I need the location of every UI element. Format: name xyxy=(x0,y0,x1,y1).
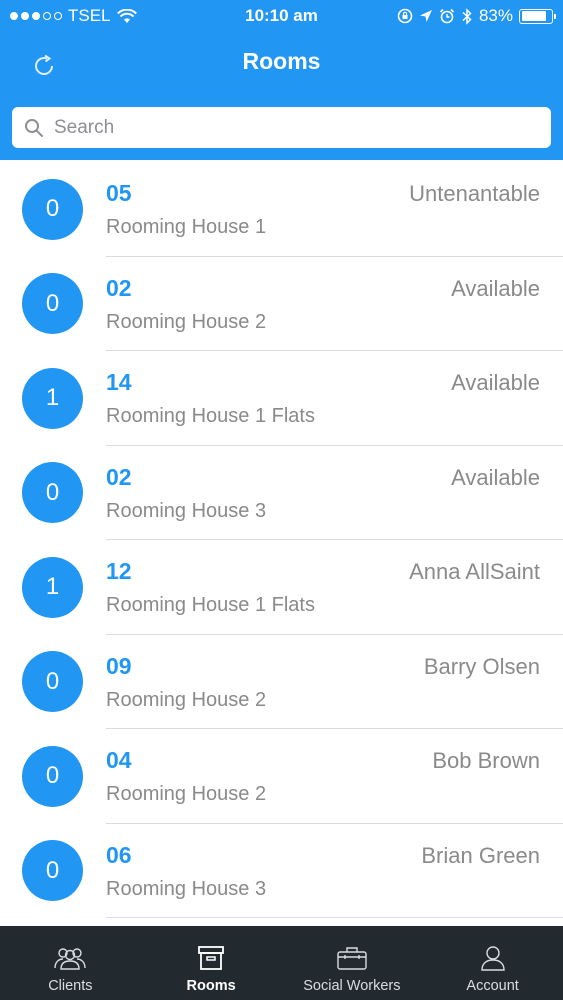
rooming-house-name: Rooming House 3 xyxy=(106,499,267,522)
room-status: Bob Brown xyxy=(432,748,540,773)
room-number: 06 xyxy=(106,841,132,868)
bluetooth-icon xyxy=(462,7,472,25)
tab-rooms[interactable]: Rooms xyxy=(141,926,282,1000)
occupant-count-badge: 0 xyxy=(22,745,83,807)
rooms-screen: TSEL 10:10 am 83% Rooms Search 0 05 Room… xyxy=(0,0,563,1000)
occupant-count-badge: 0 xyxy=(22,178,83,240)
room-row[interactable]: 1 14 Rooming House 1 Flats Available xyxy=(0,351,563,446)
tab-social-workers[interactable]: Social Workers xyxy=(282,926,423,1000)
occupant-count-badge: 0 xyxy=(22,651,83,713)
occupant-count-badge: 1 xyxy=(22,556,83,618)
rooming-house-name: Rooming House 1 Flats xyxy=(106,594,315,616)
status-bar: TSEL 10:10 am 83% xyxy=(0,0,563,32)
room-row[interactable]: 0 02 Rooming House 3 Available xyxy=(0,446,563,540)
room-number: 12 xyxy=(106,558,132,584)
room-status: Available xyxy=(451,370,540,395)
rooming-house-name: Rooming House 2 xyxy=(106,310,267,333)
search-input[interactable] xyxy=(54,116,534,139)
room-row-content: 04 Rooming House 2 Bob Brown xyxy=(106,729,563,824)
room-status: Anna AllSaint xyxy=(409,559,540,584)
location-icon xyxy=(419,10,432,22)
tab-label: Account xyxy=(466,978,519,994)
room-status: Barry Olsen xyxy=(423,653,540,679)
room-row-content: 09 Rooming House 2 Barry Olsen xyxy=(106,635,563,729)
room-row-content: 06 Rooming House 3 Brian Green xyxy=(106,824,563,918)
clients-icon xyxy=(52,942,88,974)
tab-account[interactable]: Account xyxy=(422,926,563,1000)
battery-percent: 83% xyxy=(478,6,513,25)
room-status: Available xyxy=(451,464,540,490)
room-row-content: 02 Rooming House 3 Available xyxy=(106,446,563,540)
room-row[interactable]: 0 04 Rooming House 2 Bob Brown xyxy=(0,729,563,824)
tab-label: Social Workers xyxy=(303,978,401,994)
carrier-name: TSEL xyxy=(68,6,111,25)
room-row-content: 02 Rooming House 2 Available xyxy=(106,257,563,351)
alarm-icon xyxy=(439,8,455,24)
page-title: Rooms xyxy=(242,48,321,74)
occupant-count-badge: 1 xyxy=(22,367,83,429)
occupant-count-badge: 0 xyxy=(22,462,83,524)
room-row[interactable]: 0 05 Rooming House 1 Untenantable xyxy=(0,162,563,257)
briefcase-icon xyxy=(334,942,370,974)
room-row[interactable]: 1 12 Rooming House 1 Flats Anna AllSaint xyxy=(0,540,563,635)
room-status: Available xyxy=(451,275,540,301)
status-right: 83% xyxy=(397,6,556,26)
room-row-content: 14 Rooming House 1 Flats Available xyxy=(106,351,563,446)
header: Rooms xyxy=(0,32,563,160)
tab-bar: Clients Rooms Social Workers Account xyxy=(0,926,563,1000)
wifi-icon xyxy=(116,8,137,23)
search-bar[interactable] xyxy=(12,107,551,148)
room-status: Brian Green xyxy=(421,842,540,868)
rooming-house-name: Rooming House 2 xyxy=(106,783,267,805)
orientation-lock-icon xyxy=(397,8,413,24)
room-row[interactable]: 0 02 Rooming House 2 Available xyxy=(0,257,563,351)
tab-label: Rooms xyxy=(186,978,236,994)
rooming-house-name: Rooming House 3 xyxy=(106,877,267,900)
search-icon xyxy=(25,118,43,137)
room-row[interactable]: 0 06 Rooming House 3 Brian Green xyxy=(0,824,563,918)
tab-clients[interactable]: Clients xyxy=(0,926,141,1000)
tab-label: Clients xyxy=(48,978,93,994)
room-row-content: 12 Rooming House 1 Flats Anna AllSaint xyxy=(106,540,563,635)
occupant-count-badge: 0 xyxy=(22,273,83,335)
occupant-count-badge: 0 xyxy=(22,840,83,902)
room-number: 14 xyxy=(106,369,132,395)
room-number: 02 xyxy=(106,274,132,301)
rooms-icon xyxy=(193,942,229,974)
rooming-house-name: Rooming House 1 Flats xyxy=(106,405,315,427)
room-number: 02 xyxy=(106,463,132,490)
room-number: 04 xyxy=(106,747,132,773)
battery-level xyxy=(521,11,546,21)
rooming-house-name: Rooming House 2 xyxy=(106,688,267,711)
room-number: 05 xyxy=(106,180,132,206)
signal-strength-icon xyxy=(10,12,62,20)
room-status: Untenantable xyxy=(409,181,540,206)
battery-icon xyxy=(519,8,556,24)
room-row[interactable]: 0 09 Rooming House 2 Barry Olsen xyxy=(0,635,563,729)
status-left: TSEL xyxy=(10,6,137,26)
rooming-house-name: Rooming House 1 xyxy=(106,216,267,238)
room-row-content: 05 Rooming House 1 Untenantable xyxy=(106,162,563,257)
room-list: 0 05 Rooming House 1 Untenantable 0 02 R… xyxy=(0,162,563,926)
account-icon xyxy=(475,942,511,974)
room-number: 09 xyxy=(106,652,132,679)
